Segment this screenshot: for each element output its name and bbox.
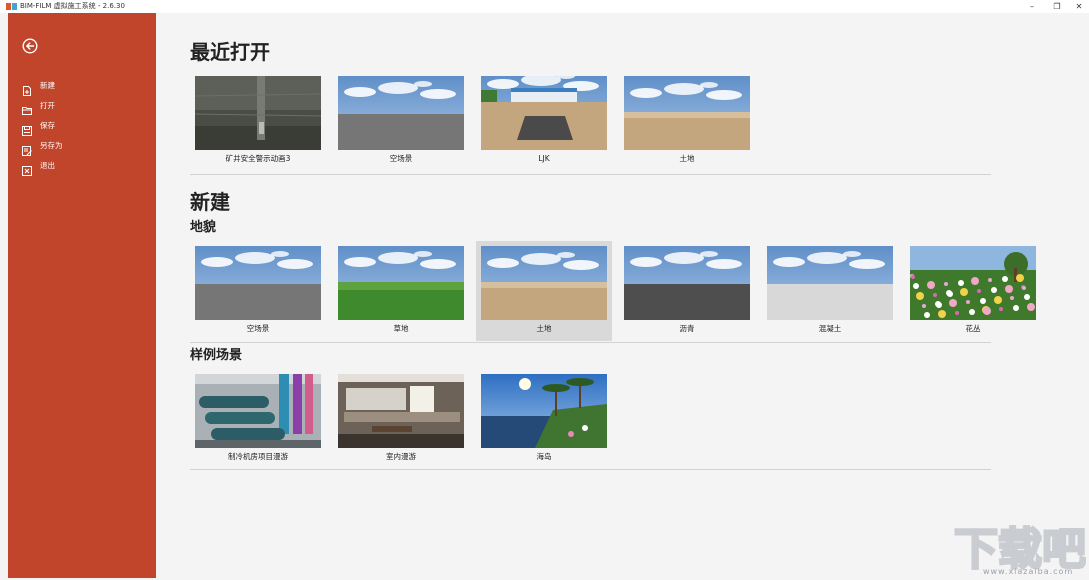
recent-heading: 最近打开 (190, 39, 270, 65)
exit-icon (22, 161, 32, 171)
scene-thumbnail-site (481, 76, 607, 150)
new-heading: 新建 (190, 189, 230, 215)
main-content: 最近打开 矿井安全警示动画3空场景LJK土地 新建 地貌 空场景草地土地沥青混凝… (156, 13, 1089, 578)
divider (190, 174, 991, 175)
scene-thumbnail-grass (338, 246, 464, 320)
scene-thumbnail-island (481, 374, 607, 448)
scene-card[interactable]: 制冷机房项目漫游 (190, 369, 326, 469)
save-as-icon (22, 141, 32, 151)
scene-card-label: 制冷机房项目漫游 (190, 451, 326, 463)
scene-card[interactable]: 沥青 (619, 241, 755, 341)
scene-thumbnail-interior (338, 374, 464, 448)
scene-thumbnail-mine (195, 76, 321, 150)
scene-thumbnail-concrete (767, 246, 893, 320)
scene-thumbnail-flowers (910, 246, 1036, 320)
sidebar: 新建 打开 保存 另存为 退出 (8, 13, 156, 578)
sidebar-item-save-as[interactable]: 另存为 (22, 139, 142, 153)
sidebar-item-label: 保存 (40, 119, 55, 133)
new-file-icon (22, 81, 32, 91)
scene-card-label: 室内漫游 (333, 451, 469, 463)
scene-card-label: 土地 (619, 153, 755, 165)
scene-card[interactable]: LJK (476, 71, 612, 171)
scene-card[interactable]: 空场景 (190, 241, 326, 341)
watermark-url: www.xiazaiba.com (983, 567, 1073, 576)
scene-card-label: 海岛 (476, 451, 612, 463)
divider (190, 469, 991, 470)
sidebar-item-exit[interactable]: 退出 (22, 159, 142, 173)
scene-card[interactable]: 草地 (333, 241, 469, 341)
scene-card[interactable]: 土地 (476, 241, 612, 341)
scene-card[interactable]: 海岛 (476, 369, 612, 469)
samples-heading: 样例场景 (190, 347, 242, 364)
scene-card[interactable]: 室内漫游 (333, 369, 469, 469)
save-icon (22, 121, 32, 131)
terrain-heading: 地貌 (190, 219, 216, 236)
scene-thumbnail-empty (338, 76, 464, 150)
scene-card[interactable]: 矿井安全警示动画3 (190, 71, 326, 171)
back-arrow-circle-icon[interactable] (22, 38, 38, 54)
scene-card-label: LJK (476, 153, 612, 165)
scene-card-label: 矿井安全警示动画3 (190, 153, 326, 165)
title-bar: BIM-FILM 虚拟施工系统 - 2.6.30 – ❐ ✕ (0, 0, 1089, 13)
sidebar-item-label: 新建 (40, 79, 55, 93)
restore-button[interactable]: ❐ (1047, 0, 1067, 13)
folder-open-icon (22, 101, 32, 111)
scene-card-label: 土地 (476, 323, 612, 335)
scene-thumbnail-asphalt (624, 246, 750, 320)
sidebar-item-open[interactable]: 打开 (22, 99, 142, 113)
sidebar-item-label: 打开 (40, 99, 55, 113)
divider (190, 342, 991, 343)
scene-thumbnail-soil (624, 76, 750, 150)
scene-card[interactable]: 混凝土 (762, 241, 898, 341)
scene-thumbnail-empty (195, 246, 321, 320)
scene-card-label: 空场景 (333, 153, 469, 165)
scene-card[interactable]: 空场景 (333, 71, 469, 171)
scene-card-label: 草地 (333, 323, 469, 335)
close-button[interactable]: ✕ (1069, 0, 1089, 13)
app-logo-icon (6, 3, 17, 10)
scene-card[interactable]: 花丛 (905, 241, 1041, 341)
scene-card-label: 混凝土 (762, 323, 898, 335)
sidebar-item-save[interactable]: 保存 (22, 119, 142, 133)
scene-card-label: 空场景 (190, 323, 326, 335)
scene-thumbnail-machine-room (195, 374, 321, 448)
scene-thumbnail-soil (481, 246, 607, 320)
sidebar-item-label: 另存为 (40, 139, 63, 153)
scene-card-label: 沥青 (619, 323, 755, 335)
scene-card[interactable]: 土地 (619, 71, 755, 171)
sidebar-item-label: 退出 (40, 159, 55, 173)
window-title: BIM-FILM 虚拟施工系统 - 2.6.30 (20, 1, 125, 12)
sidebar-item-new[interactable]: 新建 (22, 79, 142, 93)
minimize-button[interactable]: – (1022, 0, 1042, 13)
scene-card-label: 花丛 (905, 323, 1041, 335)
